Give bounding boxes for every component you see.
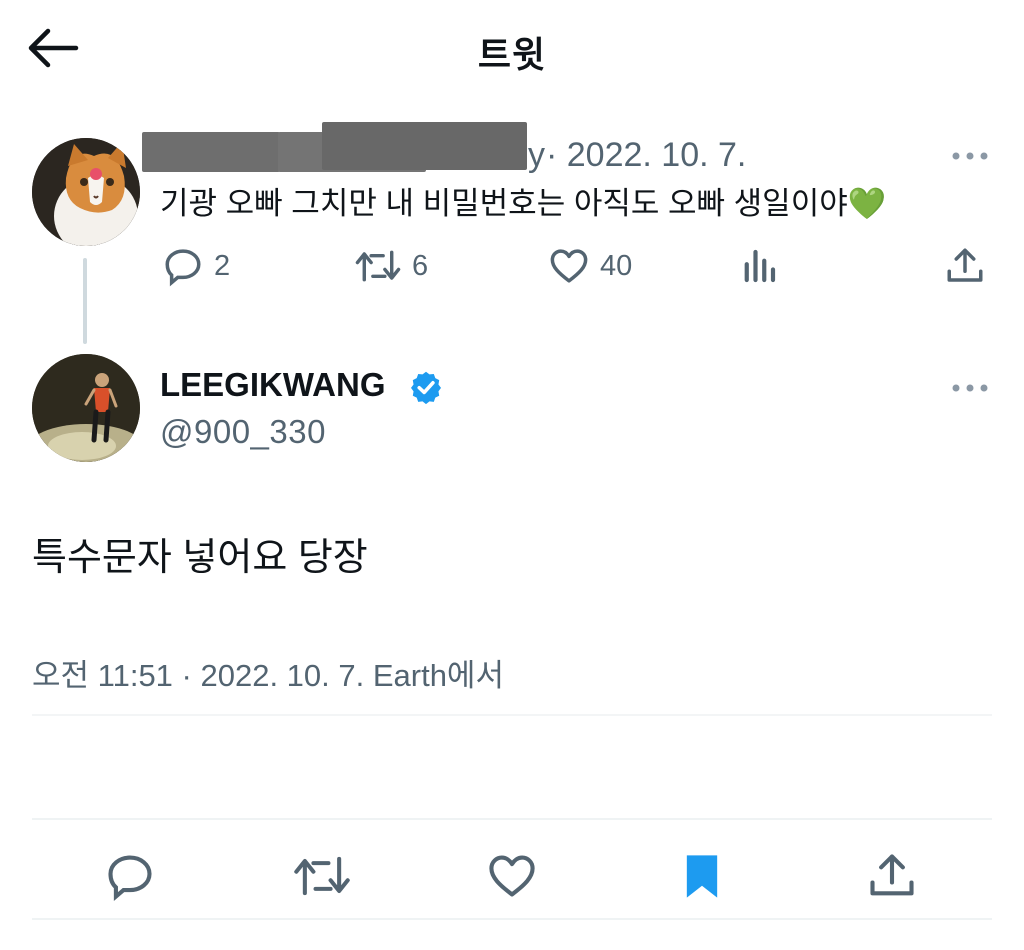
redacted-handle [322,122,527,170]
reply-tweet-text: 기광 오빠 그치만 내 비밀번호는 아직도 오빠 생일이야💚 [160,186,887,221]
reply-icon [108,855,152,902]
retweet-icon [294,856,350,896]
like-icon [550,249,588,283]
reply-like-button[interactable]: 40 [548,244,632,288]
reply-share-button[interactable] [944,244,986,288]
cat-avatar-image [32,138,140,246]
divider [32,918,992,920]
like-count: 40 [600,249,633,282]
reply-author-avatar[interactable] [32,138,140,246]
main-tweet-text: 특수문자 넣어요 당장 [32,537,368,579]
more-icon [952,384,988,392]
reply-count: 2 [214,249,231,282]
reply-date: · 2022. 10. 7. [546,136,747,174]
reply-button[interactable] [104,850,156,902]
thread-connector-line [83,258,87,344]
user-handle[interactable]: @900_330 [160,413,326,451]
page-title: 트윗 [477,34,547,75]
retweet-count: 6 [412,249,429,282]
share-button[interactable] [866,850,918,902]
share-icon [870,854,914,896]
like-icon [489,855,535,897]
reply-more-button[interactable] [948,146,992,166]
divider [32,818,992,820]
divider [32,714,992,716]
like-button[interactable] [486,850,538,902]
person-avatar-image [32,354,140,462]
analytics-icon [744,249,776,283]
retweet-button[interactable] [292,850,352,902]
reply-comment-button[interactable]: 2 [162,244,230,288]
reply-icon [165,249,201,287]
verified-badge-icon [408,369,444,405]
reply-analytics-button[interactable] [740,244,778,288]
reply-handle-fragment: y [528,136,545,174]
reply-retweet-button[interactable]: 6 [354,244,428,288]
main-author-avatar[interactable] [32,354,140,462]
bookmark-icon [686,855,718,898]
redacted-name [142,132,280,172]
share-icon [947,248,983,282]
main-more-button[interactable] [948,378,992,398]
display-name[interactable]: LEEGIKWANG [160,366,386,404]
more-icon [952,152,988,160]
bookmark-button[interactable] [676,850,728,902]
tweet-timestamp: 오전 11:51 · 2022. 10. 7. Earth에서 [32,658,504,693]
retweet-icon [355,250,401,282]
